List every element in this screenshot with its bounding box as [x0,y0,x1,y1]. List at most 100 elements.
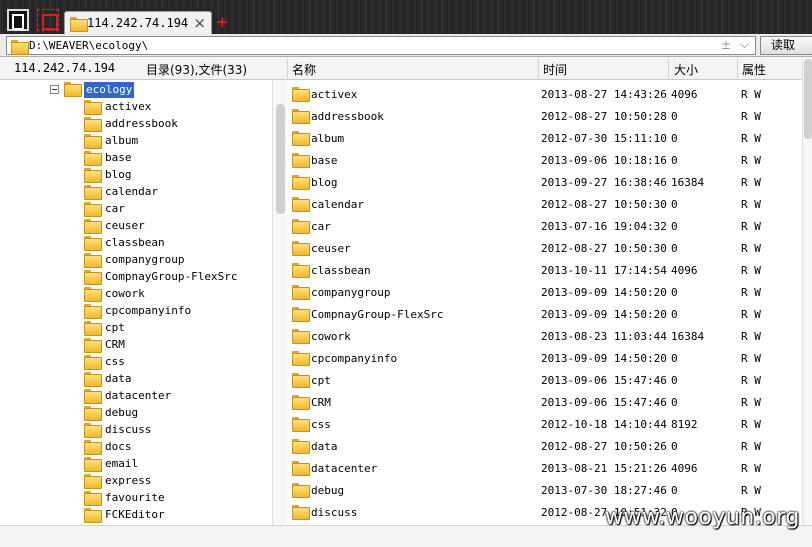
file-name: cpcompanyinfo [311,352,398,365]
tab-title: 114.242.74.194 [87,16,189,30]
file-row[interactable]: companygroup 2013-09-09 14:50:20 0 R W [287,280,802,302]
file-row[interactable]: addressbook 2012-08-27 10:50:28 0 R W [287,104,802,126]
tree-item-label: css [105,355,125,368]
folder-icon [84,440,102,455]
file-row[interactable]: car 2013-07-16 19:04:32 0 R W [287,214,802,236]
column-divider[interactable] [668,59,669,78]
file-time: 2013-08-27 14:43:26 [541,88,667,101]
folder-icon [292,197,310,212]
file-attr: R W [741,110,761,123]
capture-icon[interactable] [37,9,59,31]
path-input[interactable]: D:\WEAVER\ecology\ ± ⌵ [6,36,756,55]
scroll-thumb[interactable] [276,104,285,214]
file-size: 4096 [671,462,698,475]
directory-tree: ecology activex addressbook album base blog c… [0,80,272,525]
file-row[interactable]: album 2012-07-30 15:11:10 0 R W [287,126,802,148]
window-mode-icon[interactable] [7,9,29,31]
tree-item-label: datacenter [105,389,172,402]
folder-icon [84,304,102,319]
file-row[interactable]: cpt 2013-09-06 15:47:46 0 R W [287,368,802,390]
add-tab-button[interactable]: + [216,13,229,31]
file-row[interactable]: classbean 2013-10-11 17:14:54 4096 R W [287,258,802,280]
column-time[interactable]: 时间 [543,61,567,78]
file-attr: R W [741,176,761,189]
collapse-icon[interactable] [50,85,59,94]
folder-icon [84,117,102,132]
list-scrollbar[interactable] [802,57,812,525]
folder-icon [84,202,102,217]
file-row[interactable]: CompnayGroup-FlexSrc 2013-09-09 14:50:20 0… [287,302,802,324]
folder-icon [84,491,102,506]
folder-icon [70,17,88,32]
column-size[interactable]: 大小 [674,61,698,78]
file-name: companygroup [311,286,391,299]
file-time: 2013-09-09 14:50:20 [541,352,667,365]
tree-scrollbar[interactable] [272,80,287,525]
file-name: debug [311,484,345,497]
folder-icon [11,40,29,55]
folder-icon [84,474,102,489]
file-time: 2012-08-27 10:50:30 [541,242,667,255]
file-name: blog [311,176,338,189]
file-name: discuss [311,506,358,519]
folder-icon [84,185,102,200]
folder-icon [292,87,310,102]
host-label: 114.242.74.194 [14,61,116,75]
folder-icon [84,168,102,183]
column-divider[interactable] [287,59,288,78]
file-row[interactable]: ceuser 2012-08-27 10:50:30 0 R W [287,236,802,258]
file-row[interactable]: debug 2013-07-30 18:27:46 0 R W [287,478,802,500]
file-row[interactable]: cpcompanyinfo 2013-09-09 14:50:20 0 R W [287,346,802,368]
file-row[interactable]: css 2012-10-18 14:10:44 8192 R W [287,412,802,434]
file-size: 16384 [671,176,705,189]
file-name: data [311,440,338,453]
folder-icon [292,175,310,190]
file-row[interactable]: calendar 2012-08-27 10:50:30 0 R W [287,192,802,214]
folder-icon [84,372,102,387]
file-attr: R W [741,154,761,167]
title-bar: 114.242.74.194 × + [0,0,812,34]
tab-host[interactable]: 114.242.74.194 × [64,11,212,34]
folder-icon [292,307,310,322]
file-row[interactable]: blog 2013-09-27 16:38:46 16384 R W [287,170,802,192]
file-time: 2013-07-16 19:04:32 [541,220,667,233]
file-name: album [311,132,345,145]
pin-icon[interactable]: ± [721,38,731,52]
file-row[interactable]: cowork 2013-08-23 11:03:44 16384 R W [287,324,802,346]
chevron-down-icon[interactable]: ⌵ [740,37,749,52]
folder-icon [84,355,102,370]
folder-icon [84,338,102,353]
file-row[interactable]: data 2012-08-27 10:50:26 0 R W [287,434,802,456]
folder-icon [84,100,102,115]
folder-icon [84,406,102,421]
file-attr: R W [741,220,761,233]
read-button[interactable]: 读取 [760,36,812,55]
file-size: 0 [671,440,678,453]
file-time: 2013-09-27 16:38:46 [541,176,667,189]
file-size: 0 [671,220,678,233]
column-name[interactable]: 名称 [292,61,316,78]
file-name: CompnayGroup-FlexSrc [311,308,444,321]
column-divider[interactable] [538,59,539,78]
close-icon[interactable]: × [193,14,206,32]
tree-item-label: companygroup [105,253,185,266]
column-divider[interactable] [737,59,738,78]
column-attr[interactable]: 属性 [742,61,766,78]
file-row[interactable]: datacenter 2013-08-21 15:21:26 4096 R W [287,456,802,478]
file-row[interactable]: activex 2013-08-27 14:43:26 4096 R W [287,82,802,104]
file-time: 2013-09-06 10:18:16 [541,154,667,167]
tree-item-label: classbean [105,236,165,249]
file-row[interactable]: CRM 2013-09-06 15:47:46 0 R W [287,390,802,412]
file-row[interactable]: base 2013-09-06 10:18:16 0 R W [287,148,802,170]
file-attr: R W [741,308,761,321]
file-size: 0 [671,242,678,255]
file-name: calendar [311,198,364,211]
tree-item-label: favourite [105,491,165,504]
folder-icon [84,321,102,336]
file-time: 2013-08-23 11:03:44 [541,330,667,343]
folder-icon [292,241,310,256]
scroll-thumb[interactable] [804,59,812,139]
tree-item-label: blog [105,168,132,181]
tree-root-label[interactable]: ecology [84,82,135,98]
file-time: 2012-07-30 15:11:10 [541,132,667,145]
